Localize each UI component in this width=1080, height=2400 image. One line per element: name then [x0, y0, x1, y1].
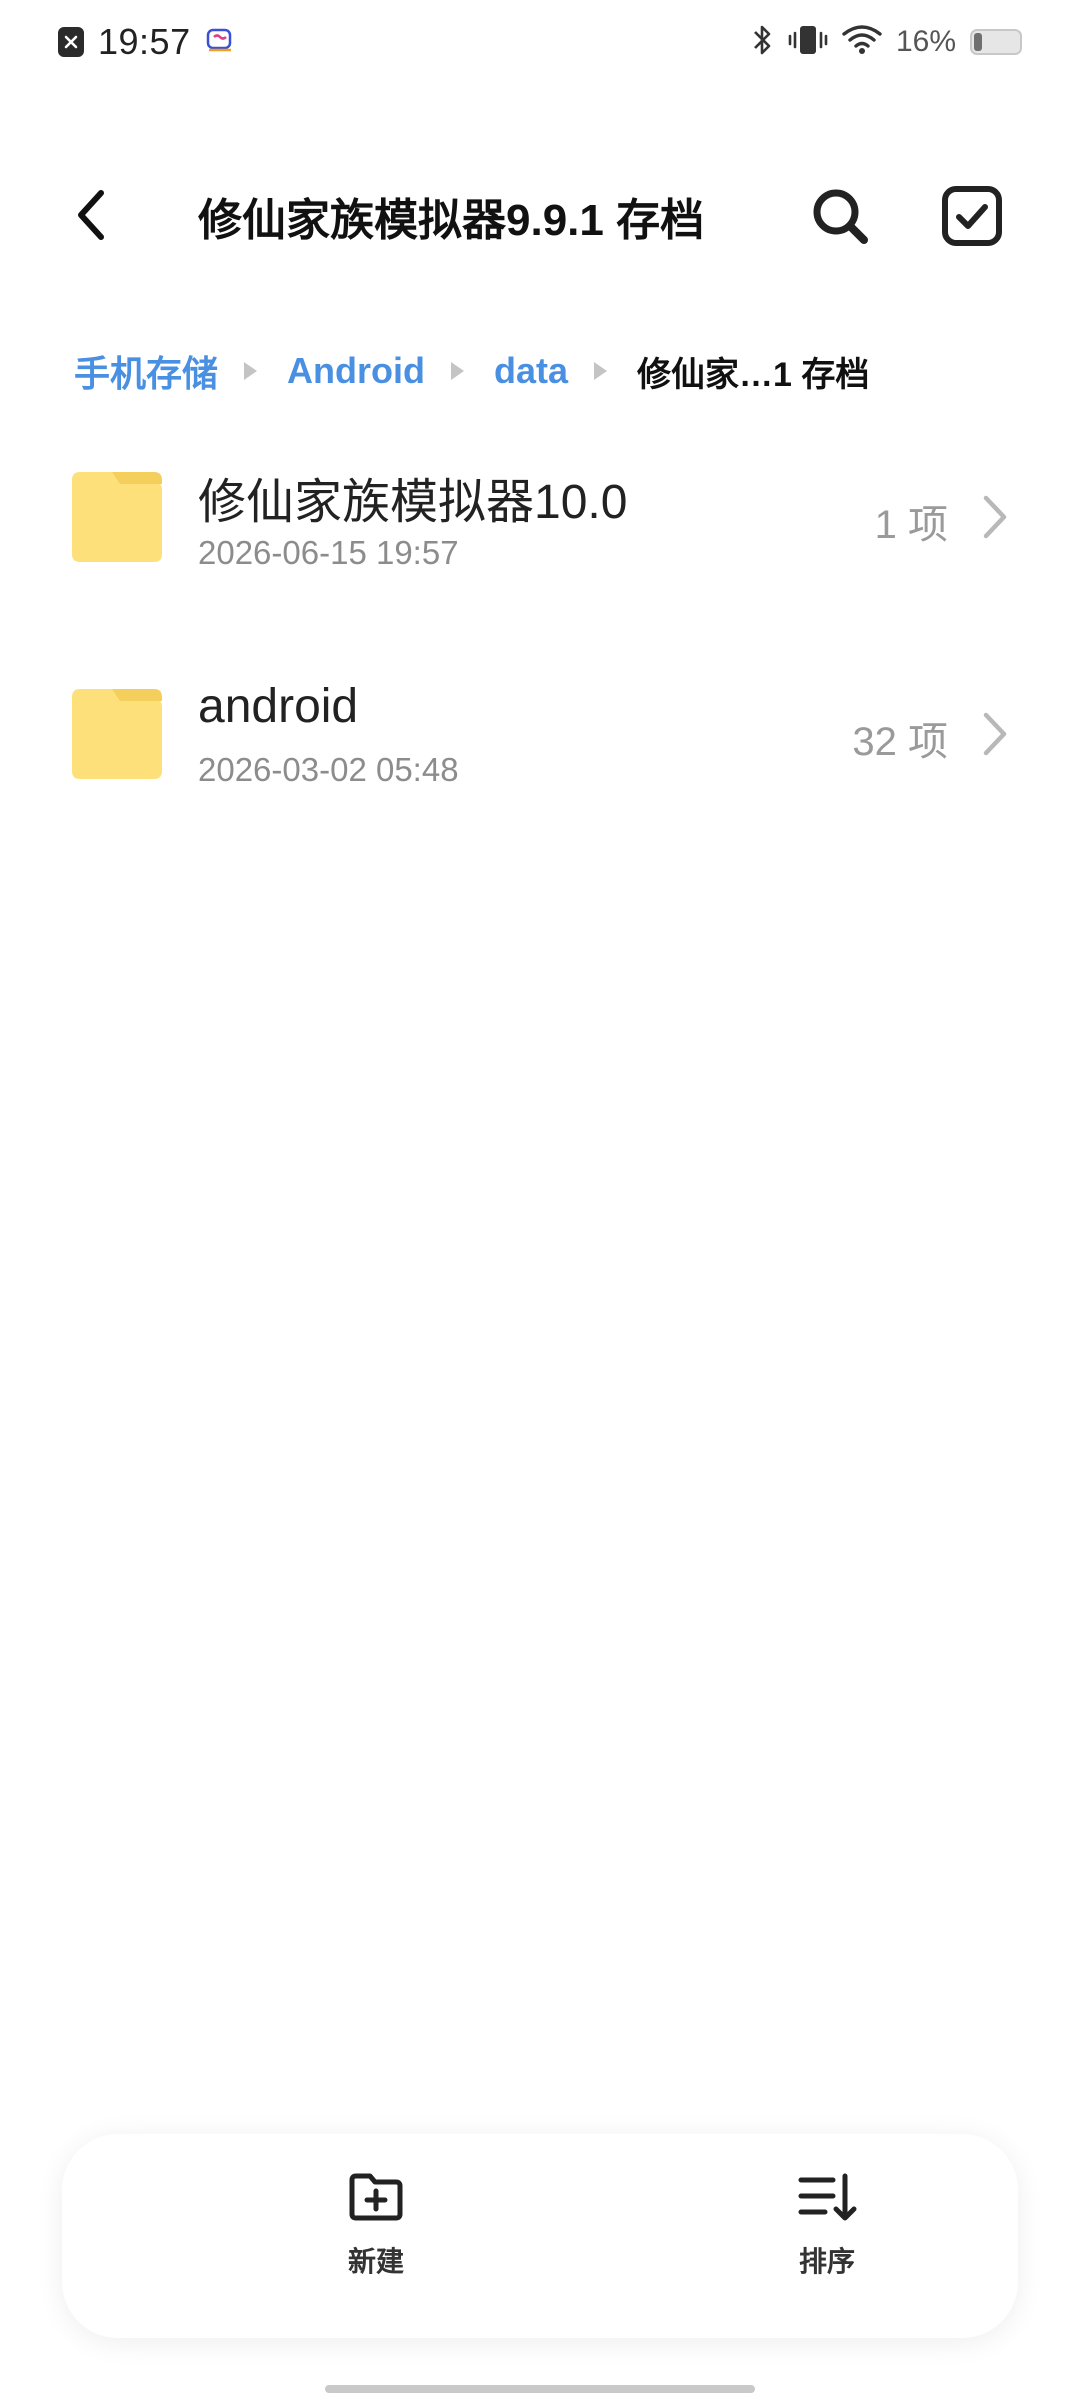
item-count: 1 项 — [874, 503, 948, 547]
page-title: 修仙家族模拟器9.9.1 存档 — [198, 196, 705, 245]
battery-level-fill — [974, 33, 982, 51]
sort-icon — [798, 2173, 857, 2221]
search-button[interactable] — [800, 176, 880, 256]
breadcrumb-separator-icon — [451, 362, 464, 380]
breadcrumb-separator-icon — [594, 362, 608, 380]
bottom-toolbar: 新建 排序 — [62, 2134, 1018, 2338]
new-folder-icon — [349, 2173, 403, 2221]
status-time: 19:57 — [98, 21, 191, 62]
file-date: 2026-03-02 05:48 — [198, 751, 459, 788]
list-item[interactable]: 修仙家族模拟器10.0 2026-06-15 19:57 1 项 — [0, 448, 1080, 665]
search-icon — [813, 189, 868, 244]
breadcrumb-item-phone-storage[interactable]: 手机存储 — [74, 345, 218, 397]
chevron-right-icon — [983, 495, 1007, 539]
breadcrumb-separator-icon — [244, 362, 258, 380]
breadcrumb: 手机存储 Android data 修仙家…1 存档 — [74, 346, 869, 396]
status-bar: 19:57 16% — [0, 0, 1080, 84]
bluetooth-icon — [752, 23, 774, 62]
battery-percent: 16% — [895, 25, 956, 58]
breadcrumb-item-android[interactable]: Android — [287, 350, 425, 392]
new-button[interactable]: 新建 — [286, 2162, 466, 2312]
battery-icon — [970, 29, 1022, 55]
sort-button-label: 排序 — [798, 2246, 855, 2277]
folder-icon — [72, 689, 162, 779]
select-checkbox-icon — [942, 186, 1002, 246]
file-manager-screen: 19:57 16% 修仙家族模拟器9.9.1 存档 手机存储 Android d… — [0, 0, 1080, 2400]
item-count: 32 项 — [852, 720, 948, 764]
status-left: 19:57 — [58, 20, 235, 64]
header: 修仙家族模拟器9.9.1 存档 — [0, 160, 1080, 260]
status-right: 16% — [738, 20, 1022, 64]
chevron-right-icon — [983, 712, 1007, 756]
breadcrumb-item-current: 修仙家…1 存档 — [637, 355, 870, 394]
select-button[interactable] — [932, 176, 1012, 256]
list-item[interactable]: android 2026-03-02 05:48 32 项 — [0, 665, 1080, 882]
breadcrumb-item-data[interactable]: data — [494, 350, 568, 392]
file-list: 修仙家族模拟器10.0 2026-06-15 19:57 1 项 android… — [0, 448, 1080, 882]
home-indicator[interactable] — [325, 2385, 755, 2393]
file-name: 修仙家族模拟器10.0 — [198, 476, 628, 529]
file-date: 2026-06-15 19:57 — [198, 534, 459, 571]
back-arrow-icon — [78, 190, 104, 240]
new-button-label: 新建 — [347, 2246, 404, 2277]
back-button[interactable] — [56, 180, 126, 250]
wifi-icon — [842, 24, 882, 61]
vibrate-icon — [788, 23, 828, 62]
folder-icon — [72, 472, 162, 562]
app-notification-icon — [205, 25, 235, 60]
sort-button[interactable]: 排序 — [737, 2162, 917, 2312]
file-name: android — [198, 680, 359, 733]
notification-close-icon — [58, 27, 84, 57]
